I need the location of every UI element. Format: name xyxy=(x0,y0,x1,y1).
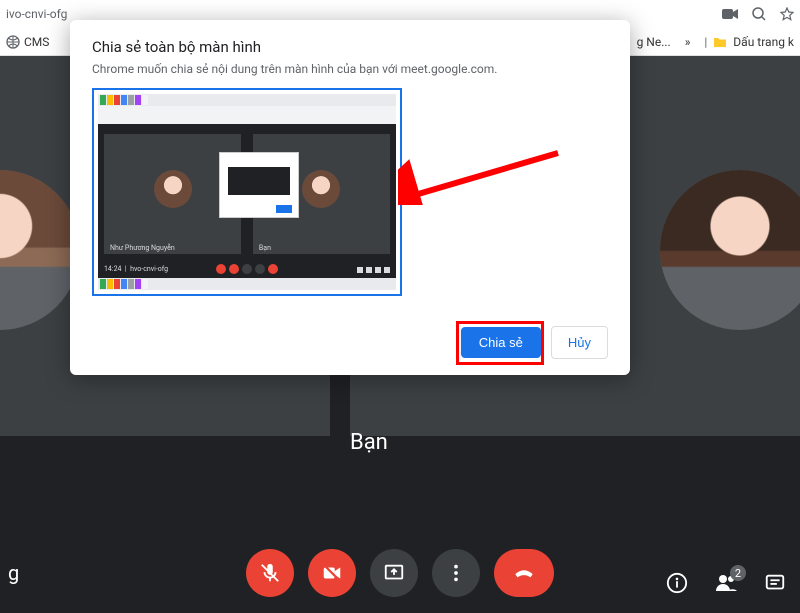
cancel-button[interactable]: Hủy xyxy=(551,326,608,359)
url-fragment: ivo-cnvi-ofg xyxy=(6,7,722,21)
preview-browser-bar xyxy=(98,106,396,124)
more-options-button[interactable] xyxy=(432,549,480,597)
preview-browser-tabs xyxy=(98,94,396,106)
present-button[interactable] xyxy=(370,549,418,597)
avatar-left xyxy=(0,170,80,330)
room-code-fragment: g xyxy=(8,561,19,585)
bookmark-news-fragment[interactable]: g Ne... xyxy=(637,35,671,49)
preview-nested-dialog xyxy=(219,152,299,218)
share-button[interactable]: Chia sẻ xyxy=(461,327,541,358)
meet-toolbar: g 2 xyxy=(0,533,800,613)
preview-time: 14:24 | hvo-cnvi-ofg xyxy=(104,265,168,273)
bookmark-cms[interactable]: CMS xyxy=(6,35,49,49)
folder-icon xyxy=(713,36,727,48)
globe-icon xyxy=(6,35,20,49)
preview-tile1-name: Như Phương Nguyễn xyxy=(110,244,175,252)
bookmark-divider: | xyxy=(704,35,707,49)
participants-badge: 2 xyxy=(730,565,746,581)
bookmark-cms-label: CMS xyxy=(24,35,49,49)
preview-right-icons xyxy=(357,267,390,273)
hangup-button[interactable] xyxy=(494,549,554,597)
dialog-title: Chia sẻ toàn bộ màn hình xyxy=(92,38,608,56)
search-icon[interactable] xyxy=(752,7,766,21)
star-icon[interactable] xyxy=(780,7,794,21)
share-screen-dialog: Chia sẻ toàn bộ màn hình Chrome muốn chi… xyxy=(70,20,630,375)
bookmark-folder-label[interactable]: Dấu trang k xyxy=(733,35,794,49)
people-icon[interactable]: 2 xyxy=(714,571,738,595)
bookmark-overflow[interactable]: » xyxy=(685,35,691,49)
preview-taskbar xyxy=(98,278,396,290)
mute-button[interactable] xyxy=(246,549,294,597)
self-tile-label: Bạn xyxy=(350,430,388,455)
info-icon[interactable] xyxy=(666,572,688,594)
preview-meet-area: Như Phương Nguyễn Bạn 14:24 | hvo-cnvi-o… xyxy=(98,124,396,278)
preview-controls xyxy=(216,264,278,274)
camera-off-button[interactable] xyxy=(308,549,356,597)
chat-icon[interactable] xyxy=(764,572,786,594)
dialog-subtitle: Chrome muốn chia sẻ nội dung trên màn hì… xyxy=(92,62,608,76)
avatar-right xyxy=(660,170,800,330)
camera-icon[interactable] xyxy=(722,8,738,20)
preview-tile2-name: Bạn xyxy=(259,244,271,252)
screen-preview-option[interactable]: Như Phương Nguyễn Bạn 14:24 | hvo-cnvi-o… xyxy=(92,88,402,296)
